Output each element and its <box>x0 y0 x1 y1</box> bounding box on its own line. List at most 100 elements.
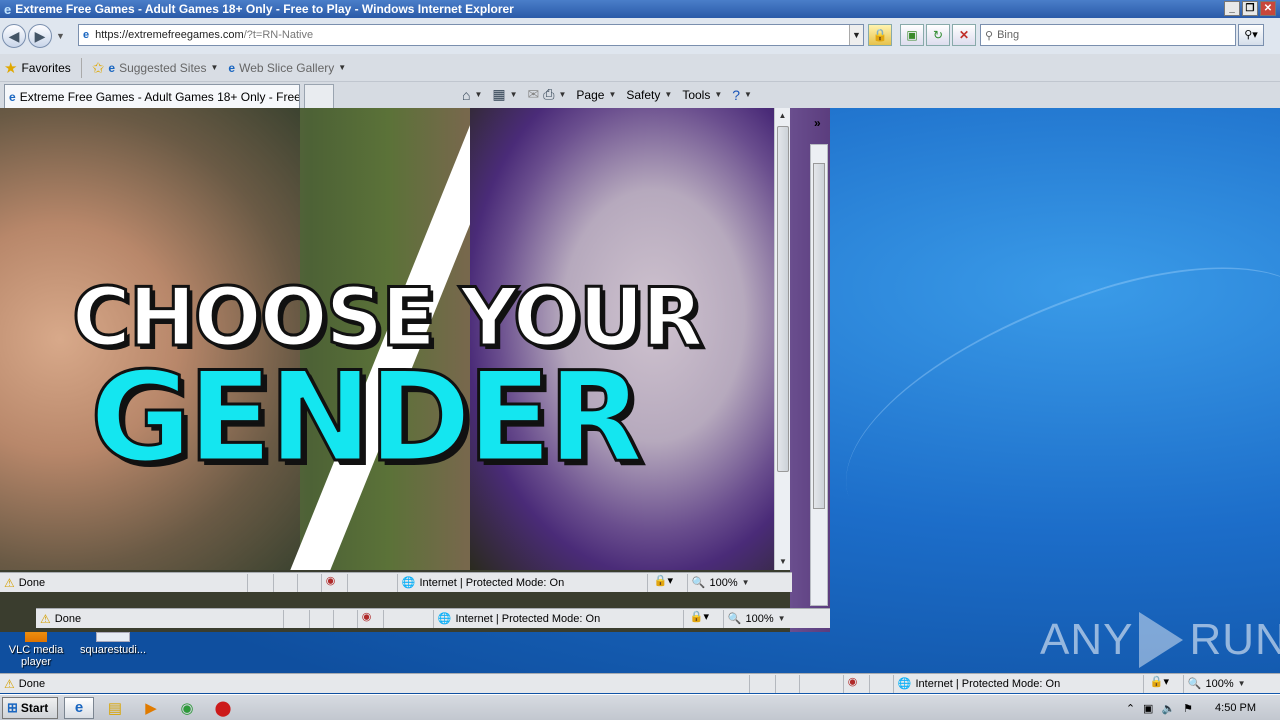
suggested-sites-link[interactable]: Suggested Sites <box>119 61 206 75</box>
stop-button[interactable]: ✕ <box>952 24 976 46</box>
favorites-button[interactable]: Favorites <box>21 61 70 75</box>
window-controls: _ ❐ ✕ <box>1224 1 1276 16</box>
home-dropdown[interactable]: ▼ <box>474 90 482 99</box>
forward-arrow-icon: ▶ <box>34 27 46 44</box>
zoom-dropdown[interactable]: ▼ <box>1238 679 1246 688</box>
privacy-icon[interactable]: ◉ <box>842 674 869 693</box>
status-cell <box>282 609 309 628</box>
tools-menu[interactable]: Tools <box>682 88 710 102</box>
mail-icon[interactable]: ✉ <box>528 86 540 103</box>
tab-strip: e Extreme Free Games - Adult Games 18+ O… <box>0 82 1280 108</box>
zone-indicator[interactable]: 🌐 Internet | Protected Mode: On <box>892 674 1143 693</box>
search-button[interactable]: ⚲▾ <box>1238 24 1264 46</box>
taskbar-opera[interactable]: ⬤ <box>208 697 238 719</box>
web-slice-dropdown[interactable]: ▼ <box>338 63 346 72</box>
page-menu[interactable]: Page <box>576 88 604 102</box>
command-bar: ⌂ ▼ ▦ ▼ ✉ ⎙ ▼ Page ▼ Safety ▼ Tools ▼ ? ▼ <box>462 86 758 103</box>
home-icon[interactable]: ⌂ <box>462 87 470 103</box>
status-cell <box>246 573 273 592</box>
web-slice-gallery-link[interactable]: Web Slice Gallery <box>239 61 334 75</box>
print-dropdown[interactable]: ▼ <box>558 90 566 99</box>
zoom-control[interactable]: 🔍 100% ▼ <box>1182 674 1263 693</box>
zone-text: Internet | Protected Mode: On <box>419 576 565 589</box>
desktop-wave <box>811 227 1280 573</box>
favorites-bar: ★ Favorites ✩ e Suggested Sites ▼ e Web … <box>0 54 1280 82</box>
background-scroll-thumb[interactable] <box>813 163 825 509</box>
zone-indicator[interactable]: 🌐 Internet | Protected Mode: On <box>396 573 647 592</box>
action-center-flag-icon[interactable]: ⚑ <box>1183 702 1193 715</box>
taskbar-chrome[interactable]: ◉ <box>172 697 202 719</box>
privacy-icon[interactable]: ◉ <box>320 573 347 592</box>
taskbar-ie[interactable]: e <box>64 696 94 719</box>
protected-mode-icon[interactable]: 🔒▾ <box>1142 674 1183 693</box>
zoom-dropdown[interactable]: ▼ <box>742 578 750 587</box>
clock[interactable]: 4:50 PM <box>1215 702 1256 714</box>
zoom-dropdown[interactable]: ▼ <box>778 614 786 623</box>
scroll-up-arrow[interactable]: ▲ <box>775 108 790 124</box>
compat-view-button[interactable]: ▣ <box>900 24 924 46</box>
taskbar-explorer[interactable]: ▤ <box>100 697 130 719</box>
status-cell <box>296 573 321 592</box>
tray-overflow-icon[interactable]: ⌃ <box>1126 702 1135 715</box>
back-arrow-icon: ◀ <box>8 27 20 44</box>
history-dropdown[interactable]: ▼ <box>56 31 65 41</box>
new-tab-button[interactable] <box>304 84 334 108</box>
protected-mode-icon[interactable]: 🔒▾ <box>646 573 687 592</box>
zoom-control[interactable]: 🔍 100% ▼ <box>686 573 767 592</box>
status-cell <box>272 573 297 592</box>
status-bar-primary: ⚠ Done ◉ 🌐 Internet | Protected Mode: On… <box>0 572 792 592</box>
address-input[interactable]: e https://extremefreegames.com /?t=RN-Na… <box>78 24 864 46</box>
suggested-sites-dropdown[interactable]: ▼ <box>210 63 218 72</box>
restore-button[interactable]: ❐ <box>1242 1 1258 16</box>
start-button[interactable]: ⊞ Start <box>2 696 58 719</box>
forward-button[interactable]: ▶ <box>28 24 52 48</box>
feeds-icon[interactable]: ▦ <box>492 86 505 103</box>
safety-menu[interactable]: Safety <box>626 88 660 102</box>
scroll-thumb[interactable] <box>777 126 789 472</box>
scroll-down-arrow[interactable]: ▼ <box>775 554 791 570</box>
add-favorite-icon[interactable]: ✩ <box>92 59 105 77</box>
volume-icon[interactable]: 🔈 <box>1161 702 1175 715</box>
zoom-level: 100% <box>1205 677 1234 690</box>
address-bar-row: ◀ ▶ ▼ e https://extremefreegames.com /?t… <box>0 18 1280 54</box>
minimize-button[interactable]: _ <box>1224 1 1240 16</box>
chevron-right-icon[interactable]: » <box>814 116 821 130</box>
help-dropdown[interactable]: ▼ <box>744 90 752 99</box>
page-menu-dropdown[interactable]: ▼ <box>608 90 616 99</box>
zoom-icon: 🔍 <box>1187 678 1202 690</box>
warning-icon: ⚠ <box>40 611 51 626</box>
feeds-dropdown[interactable]: ▼ <box>510 90 518 99</box>
zoom-control[interactable]: 🔍 100% ▼ <box>722 609 803 628</box>
globe-icon: 🌐 <box>437 613 452 625</box>
taskbar-media-player[interactable]: ▶ <box>136 697 166 719</box>
help-icon[interactable]: ? <box>732 87 740 103</box>
page-vertical-scrollbar[interactable]: ▲ ▼ <box>774 108 790 570</box>
status-bar-secondary: ⚠ Done ◉ 🌐 Internet | Protected Mode: On… <box>36 608 830 628</box>
url-main: https://extremefreegames.com <box>95 29 244 41</box>
windows-logo-icon: ⊞ <box>7 699 18 715</box>
refresh-button[interactable]: ↻ <box>926 24 950 46</box>
magnifier-icon: ⚲▾ <box>1244 29 1258 41</box>
background-window-scrollbar[interactable] <box>810 144 828 606</box>
tab-active[interactable]: e Extreme Free Games - Adult Games 18+ O… <box>4 84 300 108</box>
game-banner[interactable]: CHOOSE YOUR GENDER <box>0 108 776 570</box>
zone-indicator[interactable]: 🌐 Internet | Protected Mode: On <box>432 609 683 628</box>
network-icon[interactable]: ▣ <box>1143 702 1153 715</box>
print-icon[interactable]: ⎙ <box>543 86 554 103</box>
safety-menu-dropdown[interactable]: ▼ <box>664 90 672 99</box>
back-button[interactable]: ◀ <box>2 24 26 48</box>
close-button[interactable]: ✕ <box>1260 1 1276 16</box>
lock-button[interactable]: 🔒 <box>868 24 892 46</box>
compat-icon: ▣ <box>906 28 918 42</box>
stop-icon: ✕ <box>958 28 970 42</box>
desktop-icon-label-2: player <box>21 656 51 668</box>
search-input[interactable]: ⚲ Bing <box>980 24 1236 46</box>
tools-menu-dropdown[interactable]: ▼ <box>714 90 722 99</box>
protected-mode-icon[interactable]: 🔒▾ <box>682 609 723 628</box>
privacy-icon[interactable]: ◉ <box>356 609 383 628</box>
address-dropdown[interactable]: ▼ <box>849 25 863 45</box>
status-cell <box>382 609 433 628</box>
zoom-level: 100% <box>709 576 738 589</box>
zoom-icon: 🔍 <box>691 577 706 589</box>
ie-icon: e <box>74 699 84 716</box>
